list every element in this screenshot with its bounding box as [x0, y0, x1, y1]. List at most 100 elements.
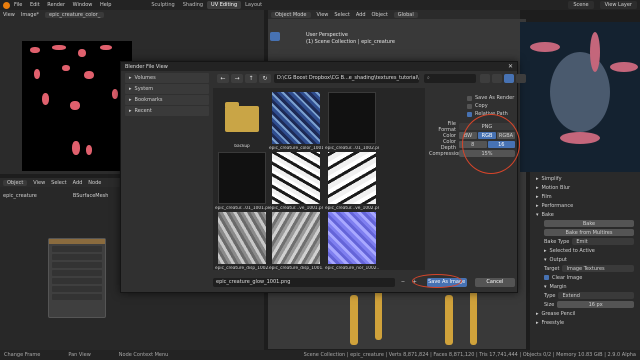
menu-window[interactable]: Window: [73, 2, 93, 8]
node-view-menu[interactable]: View: [33, 180, 45, 186]
close-icon[interactable]: ✕: [508, 63, 513, 70]
creature-body: [550, 52, 610, 132]
margin-size-field[interactable]: 16 px: [557, 301, 634, 308]
save-as-render-checkbox[interactable]: [467, 95, 472, 101]
sidebar-recent[interactable]: ▸ Recent: [125, 106, 209, 116]
object-mode-selector[interactable]: Object Mode: [271, 11, 311, 18]
node-field[interactable]: [52, 254, 102, 260]
creature-leg: [375, 285, 382, 340]
sidebar-volumes[interactable]: ▸ Volumes: [125, 73, 209, 83]
file-tile[interactable]: epic_creature_nor_1002...: [325, 212, 379, 271]
panel-performance[interactable]: ▸ Performance: [532, 201, 638, 210]
menu-edit[interactable]: Edit: [30, 2, 40, 8]
list-view-icon[interactable]: [480, 74, 490, 83]
node-add-menu[interactable]: Add: [73, 180, 83, 186]
parent-directory-icon[interactable]: ↑: [245, 74, 257, 83]
filename-field[interactable]: epic_creature_glow_1001.png: [213, 277, 396, 287]
file-tile[interactable]: epic_creature_color_1001.png: [269, 92, 323, 151]
orientation-selector[interactable]: Global: [393, 11, 418, 18]
clear-image-label: Clear Image: [552, 274, 583, 281]
panel-bake[interactable]: ▾ Bake: [532, 210, 638, 219]
panel-motion-blur-label: Motion Blur: [541, 184, 571, 191]
tab-shading[interactable]: Shading: [179, 1, 207, 9]
uv-image-menu[interactable]: Image*: [21, 12, 39, 18]
select-tool-icon[interactable]: [270, 32, 280, 41]
panel-film[interactable]: ▸ Film: [532, 192, 638, 201]
view-layer-selector[interactable]: View Layer: [599, 1, 637, 9]
menu-render[interactable]: Render: [47, 2, 65, 8]
node-field[interactable]: [52, 286, 102, 292]
tab-uv-editing[interactable]: UV Editing: [207, 1, 242, 9]
node-field[interactable]: [52, 246, 102, 252]
node-field[interactable]: [52, 278, 102, 284]
file-tile[interactable]: epic_creature_disp_1002...: [215, 212, 269, 271]
thumbnail-view-icon[interactable]: [492, 74, 502, 83]
viewport-view-menu[interactable]: View: [317, 12, 329, 18]
image-thumbnail: [328, 212, 376, 264]
clear-image-checkbox[interactable]: [544, 275, 549, 280]
target-dropdown[interactable]: Image Textures: [562, 265, 634, 272]
uv-island: [34, 69, 40, 79]
node-field[interactable]: [52, 270, 102, 276]
node-header[interactable]: [49, 239, 105, 244]
refresh-icon[interactable]: ↻: [259, 74, 271, 83]
uv-texture-canvas[interactable]: [22, 41, 132, 171]
selected-to-active-row[interactable]: ▸ Selected to Active: [532, 246, 638, 255]
margin-row[interactable]: ▾ Margin: [532, 282, 638, 291]
panel-freestyle[interactable]: ▸ Freestyle: [532, 318, 638, 327]
copy-option[interactable]: Copy: [429, 102, 515, 110]
cursor-tool-icon[interactable]: [270, 44, 280, 53]
clear-image-row[interactable]: Clear Image: [532, 273, 638, 282]
file-tile[interactable]: epic_creatur...ve_1001.png: [269, 152, 323, 211]
uv-view-menu[interactable]: View: [3, 12, 15, 18]
margin-type-dropdown[interactable]: Extend: [558, 292, 634, 299]
copy-checkbox[interactable]: [467, 103, 472, 109]
file-tile[interactable]: epic_creatur...01_1001.png: [215, 152, 269, 211]
file-tile[interactable]: backup: [215, 92, 269, 149]
output-row[interactable]: ▾ Output: [532, 255, 638, 264]
node-field[interactable]: [52, 294, 102, 300]
node-mode-selector[interactable]: Object: [3, 179, 28, 186]
uv-island: [72, 141, 80, 155]
filter-icon[interactable]: [504, 74, 514, 83]
panel-grease-pencil[interactable]: ▸ Grease Pencil: [532, 309, 638, 318]
bake-from-multires-toggle[interactable]: Bake from Multires: [544, 229, 634, 236]
save-as-render-option[interactable]: Save As Render: [429, 94, 515, 102]
menu-file[interactable]: File: [14, 2, 22, 8]
node-node-menu[interactable]: Node: [88, 180, 101, 186]
search-field[interactable]: ⌕: [424, 74, 476, 83]
scene-selector[interactable]: Scene: [568, 1, 594, 9]
back-arrow-icon[interactable]: ←: [217, 74, 229, 83]
panel-grease-pencil-label: Grease Pencil: [541, 310, 576, 317]
directory-path-field[interactable]: D:\CG Boost Dropbox\CG B...e_shading\tex…: [274, 74, 419, 83]
cancel-button[interactable]: Cancel: [474, 277, 516, 287]
dialog-sidebar: ▸ Volumes ▸ System ▸ Bookmarks ▸ Recent: [125, 73, 209, 117]
settings-gear-icon[interactable]: [516, 74, 526, 83]
panel-motion-blur[interactable]: ▸ Motion Blur: [532, 183, 638, 192]
decrement-icon[interactable]: −: [399, 278, 407, 287]
node-select-menu[interactable]: Select: [51, 180, 66, 186]
relative-path-checkbox[interactable]: [467, 111, 472, 117]
forward-arrow-icon[interactable]: →: [231, 74, 243, 83]
blender-logo-icon[interactable]: [3, 1, 10, 9]
sidebar-bookmarks[interactable]: ▸ Bookmarks: [125, 95, 209, 105]
panel-simplify[interactable]: ▸ Simplify: [532, 174, 638, 183]
menu-help[interactable]: Help: [100, 2, 111, 8]
file-tile[interactable]: epic_creatur...ve_1002.png: [325, 152, 379, 211]
dialog-title-bar[interactable]: Blender File View ✕: [121, 62, 517, 71]
viewport-object-menu[interactable]: Object: [372, 12, 388, 18]
target-row: Target Image Textures: [532, 264, 638, 273]
sidebar-system[interactable]: ▸ System: [125, 84, 209, 94]
uv-island: [112, 89, 118, 99]
uv-image-selector[interactable]: epic_creature_color_: [45, 11, 105, 18]
viewport-add-menu[interactable]: Add: [356, 12, 366, 18]
tab-layout[interactable]: Layout: [241, 1, 266, 9]
file-tile[interactable]: epic_creatur...01_1002.png: [325, 92, 379, 151]
bake-button[interactable]: Bake: [544, 220, 634, 227]
file-tile[interactable]: epic_creature_disp_1001...: [269, 212, 323, 271]
viewport-select-menu[interactable]: Select: [334, 12, 349, 18]
image-texture-node[interactable]: [48, 238, 106, 318]
bake-type-dropdown[interactable]: Emit: [572, 238, 634, 245]
node-field[interactable]: [52, 262, 102, 268]
tab-sculpting[interactable]: Sculpting: [147, 1, 178, 9]
